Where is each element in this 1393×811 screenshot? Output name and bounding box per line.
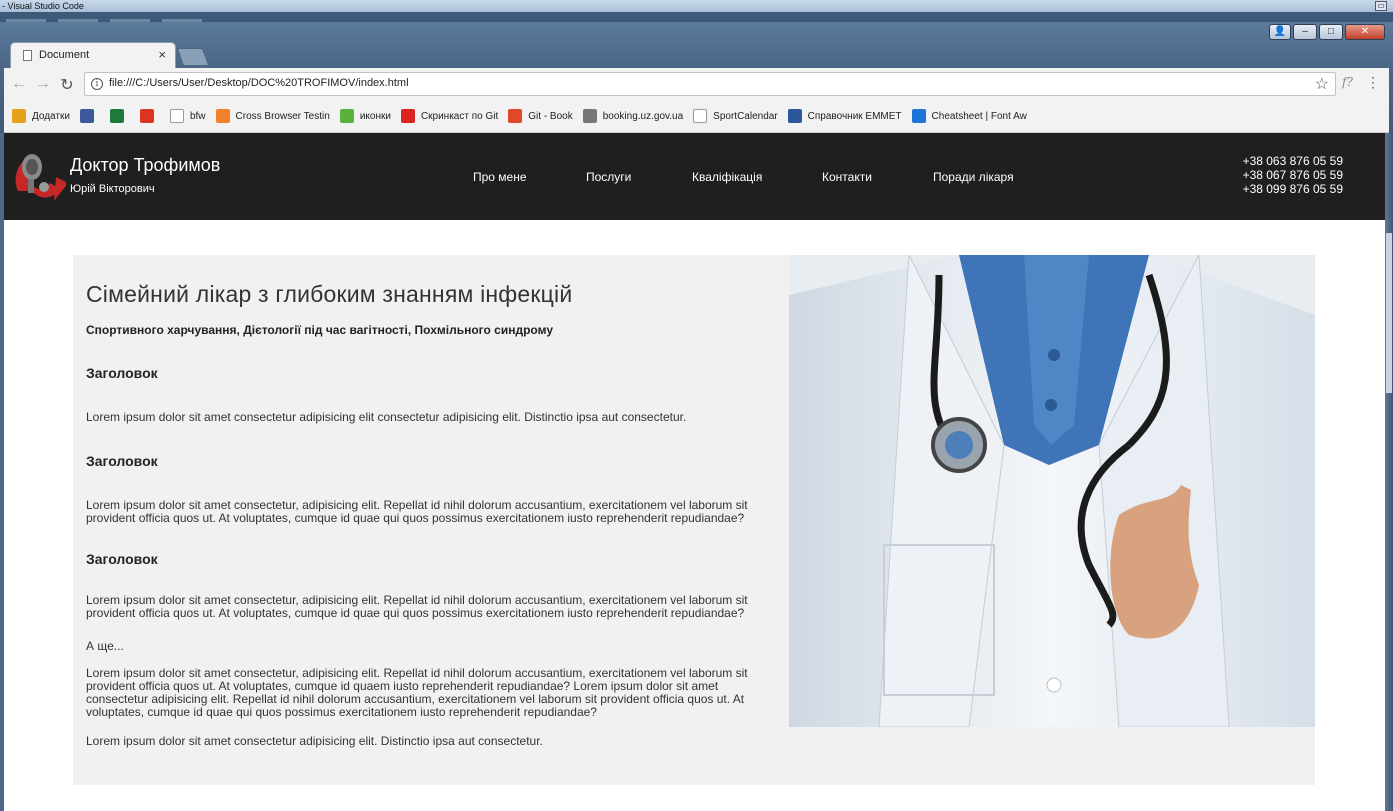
bookmark-label: bfw bbox=[189, 110, 206, 122]
bookmarks-bar: Додатки bfw Cross Browser Testin иконки Скри… bbox=[4, 100, 1389, 133]
bookmark-item[interactable]: иконки bbox=[339, 109, 391, 123]
phone-number[interactable]: +38 063 876 05 59 bbox=[1243, 154, 1343, 168]
reload-icon[interactable]: ↻ bbox=[58, 75, 76, 95]
nav-advice[interactable]: Поради лікаря bbox=[933, 170, 1014, 184]
bookmark-item[interactable] bbox=[79, 109, 100, 123]
bookmark-item[interactable]: Додатки bbox=[12, 109, 70, 123]
nav-contacts[interactable]: Контакти bbox=[822, 170, 872, 184]
doctor-photo bbox=[789, 255, 1315, 727]
hero-text: Сімейний лікар з глибоким знанням інфекц… bbox=[86, 281, 776, 748]
section-heading: Заголовок bbox=[86, 453, 158, 469]
bookmark-item[interactable]: bfw bbox=[169, 109, 206, 123]
new-tab-button[interactable] bbox=[176, 48, 210, 66]
nav-about[interactable]: Про мене bbox=[473, 170, 527, 184]
bookmark-item[interactable]: Cross Browser Testin bbox=[215, 109, 330, 123]
bookmark-label: иконки bbox=[359, 110, 391, 122]
ukrnet-icon bbox=[139, 109, 154, 123]
bookmark-label: Cross Browser Testin bbox=[235, 110, 330, 122]
bookmark-label: Cheatsheet | Font Aw bbox=[931, 110, 1027, 122]
document-icon bbox=[23, 50, 32, 61]
web-page: Доктор Трофимов Юрій Вікторович Про мене… bbox=[4, 133, 1385, 811]
phone-list: +38 063 876 05 59 +38 067 876 05 59 +38 … bbox=[1243, 154, 1343, 196]
nav-services[interactable]: Послуги bbox=[586, 170, 631, 184]
scrollbar-thumb[interactable] bbox=[1386, 233, 1392, 393]
bookmark-item[interactable]: Справочник EMMET bbox=[787, 109, 902, 123]
bet365-icon bbox=[109, 109, 124, 123]
bookmark-item[interactable] bbox=[139, 109, 160, 123]
address-bar[interactable]: i file:///C:/Users/User/Desktop/DOC%20TR… bbox=[84, 72, 1336, 96]
section-text: Lorem ipsum dolor sit amet consectetur, … bbox=[86, 498, 748, 525]
window-right-edge bbox=[1385, 133, 1393, 811]
browser-chrome: 👤 – □ ✕ Document × ← → ↻ i file:///C:/Us… bbox=[0, 22, 1393, 133]
window-controls: 👤 – □ ✕ bbox=[1269, 24, 1385, 40]
phone-number[interactable]: +38 099 876 05 59 bbox=[1243, 182, 1343, 196]
minimize-icon[interactable]: ▭ bbox=[1375, 1, 1387, 11]
vscode-menubar bbox=[0, 12, 1393, 22]
bookmark-label: Скринкаст по Git bbox=[420, 110, 499, 122]
doctor-logo-icon[interactable] bbox=[10, 139, 66, 215]
icons8-icon bbox=[339, 109, 354, 123]
long-paragraph: Lorem ipsum dolor sit amet consectetur, … bbox=[86, 666, 748, 719]
crossbrowser-icon bbox=[215, 109, 230, 123]
uz-icon bbox=[582, 109, 597, 123]
phone-number[interactable]: +38 067 876 05 59 bbox=[1243, 168, 1343, 182]
site-header: Доктор Трофимов Юрій Вікторович Про мене… bbox=[4, 133, 1385, 220]
close-window-button[interactable]: ✕ bbox=[1345, 24, 1385, 40]
vscode-title-bar: - Visual Studio Code ▭ bbox=[0, 0, 1393, 12]
flag-icon bbox=[911, 109, 926, 123]
bookmark-item[interactable]: SportCalendar bbox=[693, 109, 778, 123]
bookmark-label: booking.uz.gov.ua bbox=[602, 110, 684, 122]
maximize-button[interactable]: □ bbox=[1319, 24, 1343, 40]
section-text: Lorem ipsum dolor sit amet consectetur a… bbox=[86, 410, 687, 424]
user-icon[interactable]: 👤 bbox=[1269, 24, 1291, 40]
info-icon[interactable]: i bbox=[91, 78, 103, 90]
bookmark-item[interactable]: Cheatsheet | Font Aw bbox=[911, 109, 1027, 123]
bookmark-item[interactable]: Git - Book bbox=[508, 109, 573, 123]
screencast-icon bbox=[400, 109, 415, 123]
brand-subtitle: Юрій Вікторович bbox=[70, 183, 155, 195]
bookmark-label: Додатки bbox=[32, 110, 70, 122]
browser-toolbar: ← → ↻ i file:///C:/Users/User/Desktop/DO… bbox=[4, 68, 1389, 100]
url-text[interactable]: file:///C:/Users/User/Desktop/DOC%20TROF… bbox=[109, 77, 409, 89]
hero-section: Сімейний лікар з глибоким знанням інфекц… bbox=[73, 255, 1315, 785]
back-icon[interactable]: ← bbox=[10, 75, 28, 93]
facebook-icon bbox=[79, 109, 94, 123]
forward-icon[interactable]: → bbox=[34, 75, 52, 93]
bookmark-item[interactable] bbox=[109, 109, 130, 123]
bookmark-item[interactable]: booking.uz.gov.ua bbox=[582, 109, 684, 123]
page-subtitle: Спортивного харчування, Дієтології під ч… bbox=[86, 323, 553, 337]
bookmark-label: SportCalendar bbox=[713, 110, 778, 122]
extension-icon[interactable]: f? bbox=[1342, 75, 1353, 89]
section-heading: Заголовок bbox=[86, 365, 158, 381]
tab-title: Document bbox=[39, 49, 90, 61]
word-icon bbox=[787, 109, 802, 123]
bookmark-label: Справочник EMMET bbox=[807, 110, 902, 122]
page-title: Сімейний лікар з глибоким знанням інфекц… bbox=[86, 281, 573, 307]
bfw-icon bbox=[169, 109, 184, 123]
page-icon bbox=[693, 109, 708, 123]
section-heading: Заголовок bbox=[86, 551, 158, 567]
more-label: А ще... bbox=[86, 639, 124, 653]
tab-document[interactable]: Document × bbox=[10, 42, 176, 68]
bookmark-label: Git - Book bbox=[528, 110, 573, 122]
nav-qualification[interactable]: Кваліфікація bbox=[692, 170, 762, 184]
window-title: - Visual Studio Code bbox=[2, 1, 84, 11]
close-icon[interactable]: × bbox=[158, 47, 166, 62]
brand-name[interactable]: Доктор Трофимов bbox=[70, 155, 220, 176]
star-icon[interactable]: ☆ bbox=[1315, 74, 1329, 94]
section-text: Lorem ipsum dolor sit amet consectetur, … bbox=[86, 593, 748, 620]
last-paragraph: Lorem ipsum dolor sit amet consectetur a… bbox=[86, 734, 543, 748]
git-icon bbox=[508, 109, 523, 123]
menu-icon[interactable]: ⋮ bbox=[1366, 74, 1380, 91]
bookmark-item[interactable]: Скринкаст по Git bbox=[400, 109, 499, 123]
apps-icon bbox=[12, 109, 26, 123]
minimize-button[interactable]: – bbox=[1293, 24, 1317, 40]
